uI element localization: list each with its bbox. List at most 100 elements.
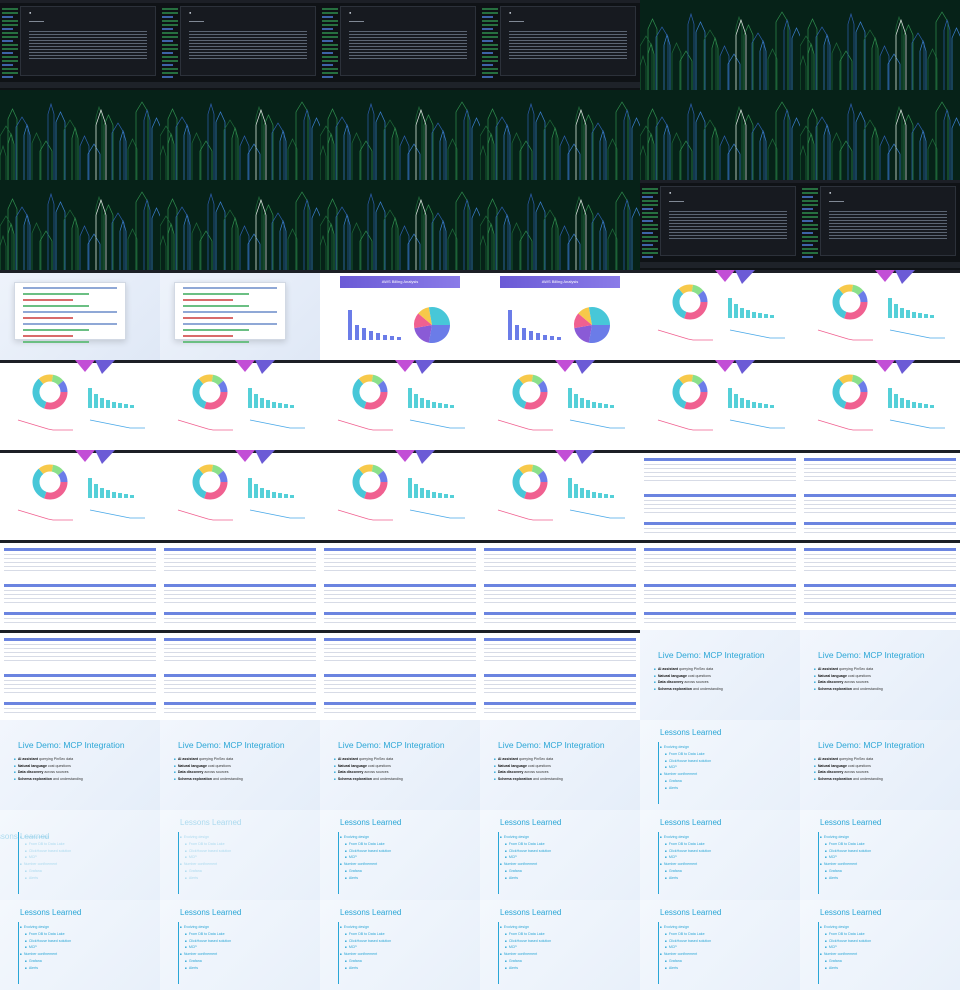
slide-bullet: ClickHouse based solution	[820, 938, 871, 945]
slide-bullet: Alerts	[500, 965, 551, 972]
slide-bullet: ClickHouse based solution	[180, 848, 231, 855]
slide-bullet: MCP	[20, 944, 71, 951]
slide-bullet: From DB to Data Lake	[340, 841, 391, 848]
slide-title: Live Demo: MCP Integration	[498, 740, 605, 750]
frame-mcp-slide: Live Demo: MCP Integration AI assistant q…	[800, 720, 960, 810]
slide-bullet: From DB to Data Lake	[500, 931, 551, 938]
slide-bullet: ClickHouse based solution	[660, 758, 711, 765]
frame-code-overlay	[160, 270, 320, 360]
frame-charts	[320, 360, 480, 450]
frame-lessons-slide: Lessons Learned Evolving designFrom DB to…	[160, 810, 320, 900]
slide-bullet: Grafana	[660, 868, 711, 875]
slide-bullet: Evolving design	[180, 924, 231, 931]
frame-billing-dashboard: AWS Billing Analysis	[480, 270, 640, 360]
slide-bullet: AI assistant querying PinSec data	[654, 666, 723, 673]
slide-bullet: Evolving design	[340, 834, 391, 841]
slide-bullet: Alerts	[660, 875, 711, 882]
frame-terminal: ● ▬▬▬▬▬	[0, 0, 160, 90]
slide-bullet: Schema exploration and understanding	[814, 776, 883, 783]
slide-bullet: Number confinement	[340, 861, 391, 868]
slide-bullet: Grafana	[660, 778, 711, 785]
frame-terminal: ● ▬▬▬▬▬	[160, 0, 320, 90]
slide-bullets: AI assistant querying PinSec dataNatural…	[814, 666, 883, 692]
frame-charts	[480, 450, 640, 540]
slide-title: Lessons Learned	[340, 818, 402, 827]
slide-bullet: Alerts	[20, 875, 71, 882]
slide-bullet: Grafana	[500, 958, 551, 965]
slide-bullet: MCP	[340, 854, 391, 861]
slide-bullets: Evolving designFrom DB to Data LakeClick…	[660, 834, 711, 882]
slide-bullet: Evolving design	[660, 744, 711, 751]
frame-city-screensaver	[320, 180, 480, 270]
slide-bullet: Number confinement	[20, 861, 71, 868]
slide-bullet: Grafana	[660, 958, 711, 965]
frame-terminal: ● ▬▬▬▬▬	[640, 180, 800, 270]
frame-charts	[800, 360, 960, 450]
slide-bullet: Alerts	[660, 785, 711, 792]
slide-bullets: Evolving designFrom DB to Data LakeClick…	[660, 924, 711, 972]
slide-bullet: Number confinement	[660, 771, 711, 778]
slide-title: Lessons Learned	[660, 818, 722, 827]
slide-title: Lessons Learned	[500, 818, 562, 827]
frame-charts	[640, 270, 800, 360]
slide-bullet: AI assistant querying PinSec data	[334, 756, 403, 763]
slide-bullets: AI assistant querying PinSec dataNatural…	[334, 756, 403, 782]
slide-bullet: Evolving design	[500, 834, 551, 841]
frame-charts	[160, 360, 320, 450]
frame-city-screensaver	[160, 180, 320, 270]
slide-bullet: Schema exploration and understanding	[494, 776, 563, 783]
frame-lessons-slide: Lessons Learned Evolving designFrom DB to…	[320, 810, 480, 900]
slide-bullets: AI assistant querying PinSec dataNatural…	[14, 756, 83, 782]
frame-city-screensaver	[320, 90, 480, 180]
slide-title: Live Demo: MCP Integration	[658, 650, 765, 660]
slide-bullet: Alerts	[820, 875, 871, 882]
slide-bullets: Evolving designFrom DB to Data LakeClick…	[500, 834, 551, 882]
frame-charts	[320, 450, 480, 540]
slide-bullet: Grafana	[340, 868, 391, 875]
slide-bullets: Evolving designFrom DB to Data LakeClick…	[820, 834, 871, 882]
slide-bullets: Evolving designFrom DB to Data LakeClick…	[820, 924, 871, 972]
frame-code-overlay	[0, 270, 160, 360]
frame-table	[160, 540, 320, 630]
slide-title: Live Demo: MCP Integration	[818, 650, 925, 660]
slide-bullets: Evolving designFrom DB to Data LakeClick…	[660, 744, 711, 792]
slide-bullet: Alerts	[820, 965, 871, 972]
slide-bullet: ClickHouse based solution	[500, 938, 551, 945]
frame-lessons-slide: Lessons LearnedEvolving designFrom DB to…	[800, 810, 960, 900]
frame-charts	[480, 360, 640, 450]
slide-bullet: ClickHouse based solution	[340, 848, 391, 855]
frame-city-screensaver	[800, 0, 960, 90]
slide-bullet: Alerts	[180, 875, 231, 882]
slide-bullet: Number confinement	[820, 861, 871, 868]
slide-bullet: Schema exploration and understanding	[334, 776, 403, 783]
slide-bullet: Number confinement	[500, 861, 551, 868]
frame-city-screensaver	[480, 180, 640, 270]
slide-bullet: Schema exploration and understanding	[174, 776, 243, 783]
frame-table	[160, 630, 320, 720]
slide-bullet: From DB to Data Lake	[180, 841, 231, 848]
slide-bullet: Evolving design	[180, 834, 231, 841]
frame-charts	[0, 360, 160, 450]
slide-bullet: AI assistant querying PinSec data	[494, 756, 563, 763]
slide-bullet: From DB to Data Lake	[660, 931, 711, 938]
slide-bullet: ClickHouse based solution	[820, 848, 871, 855]
frame-mcp-slide: Live Demo: MCP Integration AI assistant q…	[0, 720, 160, 810]
slide-bullet: Number confinement	[340, 951, 391, 958]
slide-bullet: From DB to Data Lake	[660, 841, 711, 848]
slide-bullet: Alerts	[500, 875, 551, 882]
frame-charts	[0, 450, 160, 540]
slide-bullet: AI assistant querying PinSec data	[14, 756, 83, 763]
slide-bullet: Grafana	[180, 958, 231, 965]
slide-bullet: Number confinement	[180, 861, 231, 868]
slide-title: Lessons Learned	[180, 818, 242, 827]
slide-title: Live Demo: MCP Integration	[18, 740, 125, 750]
slide-title: Live Demo: MCP Integration	[338, 740, 445, 750]
slide-bullet: Evolving design	[820, 924, 871, 931]
frame-lessons-slide: Lessons LearnedEvolving designFrom DB to…	[0, 810, 160, 900]
frame-mcp-slide: Live Demo: MCP Integration AI assistant q…	[320, 720, 480, 810]
slide-bullet: Alerts	[340, 965, 391, 972]
frame-city-screensaver	[800, 90, 960, 180]
frame-table	[320, 630, 480, 720]
slide-bullet: ClickHouse based solution	[660, 848, 711, 855]
frame-contact-sheet: ● ▬▬▬▬▬ ● ▬▬▬▬▬ ● ▬▬▬▬▬ ● ▬▬▬▬▬ ● ▬▬▬▬▬ ● ▬▬▬▬▬ AWS …	[0, 0, 960, 990]
